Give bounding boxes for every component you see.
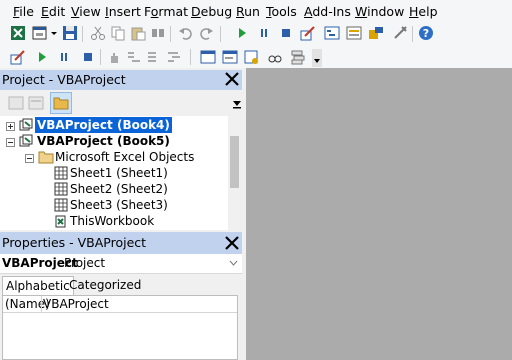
close-icon[interactable] — [224, 235, 240, 251]
menu-add-ins[interactable]: Add-Ins — [304, 4, 351, 19]
debug-toolbar — [0, 46, 512, 68]
paste-icon[interactable] — [130, 25, 146, 41]
break-icon[interactable] — [256, 25, 272, 41]
step-into-icon[interactable] — [126, 49, 142, 65]
worksheet-icon — [54, 198, 68, 212]
locals-icon[interactable] — [200, 49, 216, 65]
help-icon[interactable]: ? — [418, 25, 434, 41]
toggle-breakpoint-icon[interactable] — [106, 49, 122, 65]
worksheet-icon — [54, 182, 68, 196]
tree-node-thisworkbook[interactable]: ThisWorkbook — [70, 213, 154, 229]
step-out-icon[interactable] — [166, 49, 182, 65]
watch-icon[interactable] — [244, 49, 260, 65]
cut-icon[interactable] — [90, 25, 106, 41]
vba-project-icon — [19, 118, 33, 131]
toggle-folders-button[interactable] — [50, 92, 72, 114]
find-icon[interactable] — [150, 25, 166, 41]
property-row[interactable]: (Name) VBAProject — [3, 296, 237, 313]
chevron-down-icon[interactable] — [229, 260, 238, 266]
tree-node-excel-objects[interactable]: Microsoft Excel Objects — [55, 149, 194, 165]
object-selector[interactable]: VBAProject Project — [0, 254, 242, 274]
code-workspace[interactable] — [246, 68, 512, 360]
menu-insert[interactable]: Insert — [105, 4, 141, 19]
property-value[interactable]: VBAProject — [43, 297, 109, 311]
step-over-icon[interactable] — [146, 49, 162, 65]
reset-icon[interactable] — [80, 49, 96, 65]
tree-node-book5[interactable]: VBAProject (Book5) — [37, 133, 170, 149]
menu-format[interactable]: Format — [144, 4, 188, 19]
properties-tabs: Alphabetic Categorized — [0, 274, 242, 296]
run-icon[interactable] — [34, 49, 50, 65]
object-browser-icon[interactable] — [368, 25, 384, 41]
scrollbar-thumb[interactable] — [230, 136, 239, 188]
menu-debug[interactable]: Debug — [191, 4, 232, 19]
menu-bar: File Edit View Insert Format Debug Run T… — [0, 0, 512, 22]
properties-pane-title: Properties - VBAProject — [2, 235, 147, 250]
close-icon[interactable] — [224, 71, 240, 87]
tab-categorized[interactable]: Categorized — [66, 276, 144, 294]
tree-node-sheet2[interactable]: Sheet2 (Sheet2) — [70, 181, 168, 197]
worksheet-icon — [54, 166, 68, 180]
insert-userform-icon[interactable] — [32, 25, 48, 41]
project-pane-toolbar — [0, 90, 242, 116]
save-icon[interactable] — [62, 25, 78, 41]
toolbar-options-icon[interactable] — [312, 49, 322, 67]
immediate-icon[interactable] — [222, 49, 238, 65]
undo-icon[interactable] — [178, 25, 194, 41]
menu-file[interactable]: File — [13, 4, 34, 19]
folder-icon — [53, 97, 69, 110]
dropdown-arrow-icon[interactable] — [50, 25, 58, 41]
redo-icon[interactable] — [198, 25, 214, 41]
object-type: Project — [64, 256, 106, 270]
menu-tools[interactable]: Tools — [266, 4, 297, 19]
project-explorer-icon[interactable] — [324, 25, 340, 41]
tab-alphabetic[interactable]: Alphabetic — [2, 276, 74, 295]
break-icon[interactable] — [56, 49, 72, 65]
tree-node-book4[interactable]: VBAProject (Book4) — [35, 117, 172, 133]
tree-node-sheet1[interactable]: Sheet1 (Sheet1) — [70, 165, 168, 181]
collapse-icon[interactable] — [6, 138, 15, 147]
project-pane-titlebar: Project - VBAProject — [0, 70, 242, 90]
menu-view[interactable]: View — [71, 4, 101, 19]
call-stack-icon[interactable] — [290, 49, 306, 65]
project-tree: VBAProject (Book4) VBAProject (Book5) Mi… — [0, 116, 228, 230]
vba-project-icon — [19, 134, 33, 147]
menu-edit[interactable]: Edit — [41, 4, 65, 19]
standard-toolbar: ? — [0, 22, 512, 46]
menu-help[interactable]: Help — [409, 4, 438, 19]
design-mode-icon[interactable] — [10, 49, 26, 65]
toolbox-icon[interactable] — [392, 25, 408, 41]
reset-icon[interactable] — [278, 25, 294, 41]
view-code-icon[interactable] — [8, 95, 24, 111]
project-pane-title: Project - VBAProject — [2, 72, 126, 87]
properties-grid: (Name) VBAProject — [2, 295, 238, 360]
expand-icon[interactable] — [6, 122, 15, 131]
menu-window[interactable]: Window — [355, 4, 404, 19]
tree-node-sheet3[interactable]: Sheet3 (Sheet3) — [70, 197, 168, 213]
quick-watch-icon[interactable] — [266, 49, 282, 65]
design-mode-icon[interactable] — [300, 25, 316, 41]
copy-icon[interactable] — [110, 25, 126, 41]
svg-text:?: ? — [423, 27, 429, 40]
properties-pane-titlebar: Properties - VBAProject — [0, 232, 242, 254]
collapse-icon[interactable] — [25, 154, 34, 163]
view-object-icon[interactable] — [28, 95, 44, 111]
properties-window-icon[interactable] — [346, 25, 362, 41]
folder-icon — [38, 151, 54, 164]
chevron-down-icon[interactable] — [232, 98, 242, 110]
menu-run[interactable]: Run — [236, 4, 260, 19]
workbook-icon — [55, 215, 66, 228]
run-icon[interactable] — [234, 25, 250, 41]
excel-view-icon[interactable] — [10, 25, 26, 41]
